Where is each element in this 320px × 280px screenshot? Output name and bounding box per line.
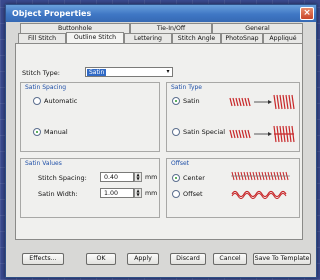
tab-tie-in-off[interactable]: Tie-In/Off	[130, 23, 212, 33]
tab-label: Fill Stitch	[27, 35, 57, 42]
discard-button[interactable]: Discard	[170, 253, 206, 265]
apply-button[interactable]: Apply	[127, 253, 159, 265]
close-icon: ×	[303, 8, 311, 18]
radio-button[interactable]	[33, 97, 41, 105]
tab-photosnap[interactable]: PhotoSnap	[221, 33, 263, 43]
button-label: Discard	[176, 255, 200, 262]
button-label: Save To Template	[254, 255, 310, 262]
radio-label: Manual	[44, 128, 68, 136]
offset-preview-icon	[231, 190, 287, 199]
stitch-type-label: Stitch Type:	[22, 69, 60, 77]
cancel-button[interactable]: Cancel	[213, 253, 247, 265]
radio-button[interactable]	[33, 128, 41, 136]
chevron-down-icon: ▾	[166, 68, 170, 75]
button-label: Cancel	[219, 255, 241, 262]
tab-fill-stitch[interactable]: Fill Stitch	[18, 33, 66, 43]
radio-button[interactable]	[172, 128, 180, 136]
radio-label: Center	[183, 174, 205, 182]
satin-special-preview-icon	[229, 125, 295, 143]
radio-button[interactable]	[172, 97, 180, 105]
radio-automatic[interactable]: Automatic	[33, 97, 77, 105]
tab-label: Tie-In/Off	[156, 25, 186, 32]
stitch-spacing-unit: mm	[145, 174, 158, 181]
satin-width-input[interactable]: 1.00	[100, 188, 134, 198]
button-label: Apply	[134, 255, 152, 262]
radio-manual[interactable]: Manual	[33, 128, 68, 136]
close-button[interactable]: ×	[300, 7, 314, 20]
satin-width-label: Satin Width:	[38, 190, 78, 198]
offset-title: Offset	[171, 160, 190, 167]
dialog-titlebar[interactable]: Object Properties	[6, 5, 316, 22]
button-label: Effects...	[29, 255, 57, 262]
stitch-spacing-stepper[interactable]: ▲ ▼	[134, 172, 142, 182]
satin-values-title: Satin Values	[25, 160, 62, 167]
center-offset-preview-icon	[231, 171, 290, 181]
radio-label: Satin Special	[183, 128, 226, 136]
satin-preview-icon	[229, 94, 295, 110]
stitch-type-value: Satin	[87, 69, 107, 76]
satin-width-value: 1.00	[104, 190, 119, 197]
satin-width-unit: mm	[145, 190, 158, 197]
radio-offset[interactable]: Offset	[172, 190, 203, 198]
tab-label: Lettering	[134, 35, 162, 42]
radio-satin-special[interactable]: Satin Special	[172, 128, 225, 136]
satin-spacing-group: Satin Spacing	[20, 82, 160, 152]
effects-button[interactable]: Effects...	[22, 253, 64, 265]
tab-applique[interactable]: Appliqué	[263, 33, 303, 43]
stitch-spacing-label: Stitch Spacing:	[38, 174, 87, 182]
tab-stitch-angle[interactable]: Stitch Angle	[172, 33, 221, 43]
tab-general[interactable]: General	[212, 23, 303, 33]
ok-button[interactable]: OK	[86, 253, 116, 265]
stitch-type-dropdown[interactable]: Satin ▾	[85, 67, 173, 77]
tab-label: Outline Stitch	[73, 34, 117, 41]
tab-label: Buttonhole	[58, 25, 92, 32]
dialog-title: Object Properties	[12, 9, 92, 18]
button-label: OK	[96, 255, 106, 262]
radio-label: Automatic	[44, 97, 78, 105]
tab-label: PhotoSnap	[225, 35, 259, 42]
tab-lettering[interactable]: Lettering	[124, 33, 172, 43]
tab-label: General	[245, 25, 270, 32]
tab-label: Appliqué	[269, 35, 297, 42]
satin-spacing-title: Satin Spacing	[25, 84, 67, 91]
stitch-spacing-value: 0.40	[104, 174, 119, 181]
radio-label: Satin	[183, 97, 200, 105]
radio-button[interactable]	[172, 190, 180, 198]
radio-label: Offset	[183, 190, 203, 198]
satin-width-stepper[interactable]: ▲ ▼	[134, 188, 142, 198]
satin-type-title: Satin Type	[171, 84, 202, 91]
tab-outline-stitch[interactable]: Outline Stitch	[66, 32, 124, 43]
radio-center[interactable]: Center	[172, 174, 205, 182]
radio-button[interactable]	[172, 174, 180, 182]
save-to-template-button[interactable]: Save To Template	[253, 253, 311, 265]
stitch-spacing-input[interactable]: 0.40	[100, 172, 134, 182]
tab-label: Stitch Angle	[177, 35, 216, 42]
radio-satin[interactable]: Satin	[172, 97, 200, 105]
